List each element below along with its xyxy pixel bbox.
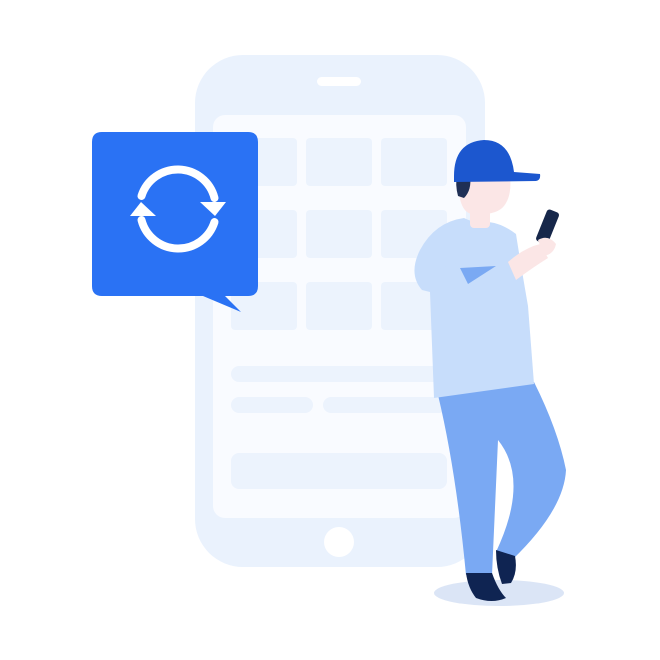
screen-tile-grid: [231, 138, 447, 330]
screen-text-bar: [231, 366, 447, 382]
screen-button-bar: [231, 453, 447, 489]
illustration-svg: [92, 55, 566, 606]
screen-tile: [306, 210, 372, 258]
illustration-canvas: [0, 0, 660, 660]
screen-tile: [381, 138, 447, 186]
phone-speaker: [317, 77, 361, 86]
screen-tile: [306, 138, 372, 186]
screen-text-bar: [231, 397, 313, 413]
cap: [454, 140, 541, 182]
screen-tile: [306, 282, 372, 330]
bubble-shape: [92, 132, 258, 312]
screen-text-bar: [323, 397, 447, 413]
sync-bubble: [92, 132, 258, 312]
phone-home-button: [324, 527, 354, 557]
